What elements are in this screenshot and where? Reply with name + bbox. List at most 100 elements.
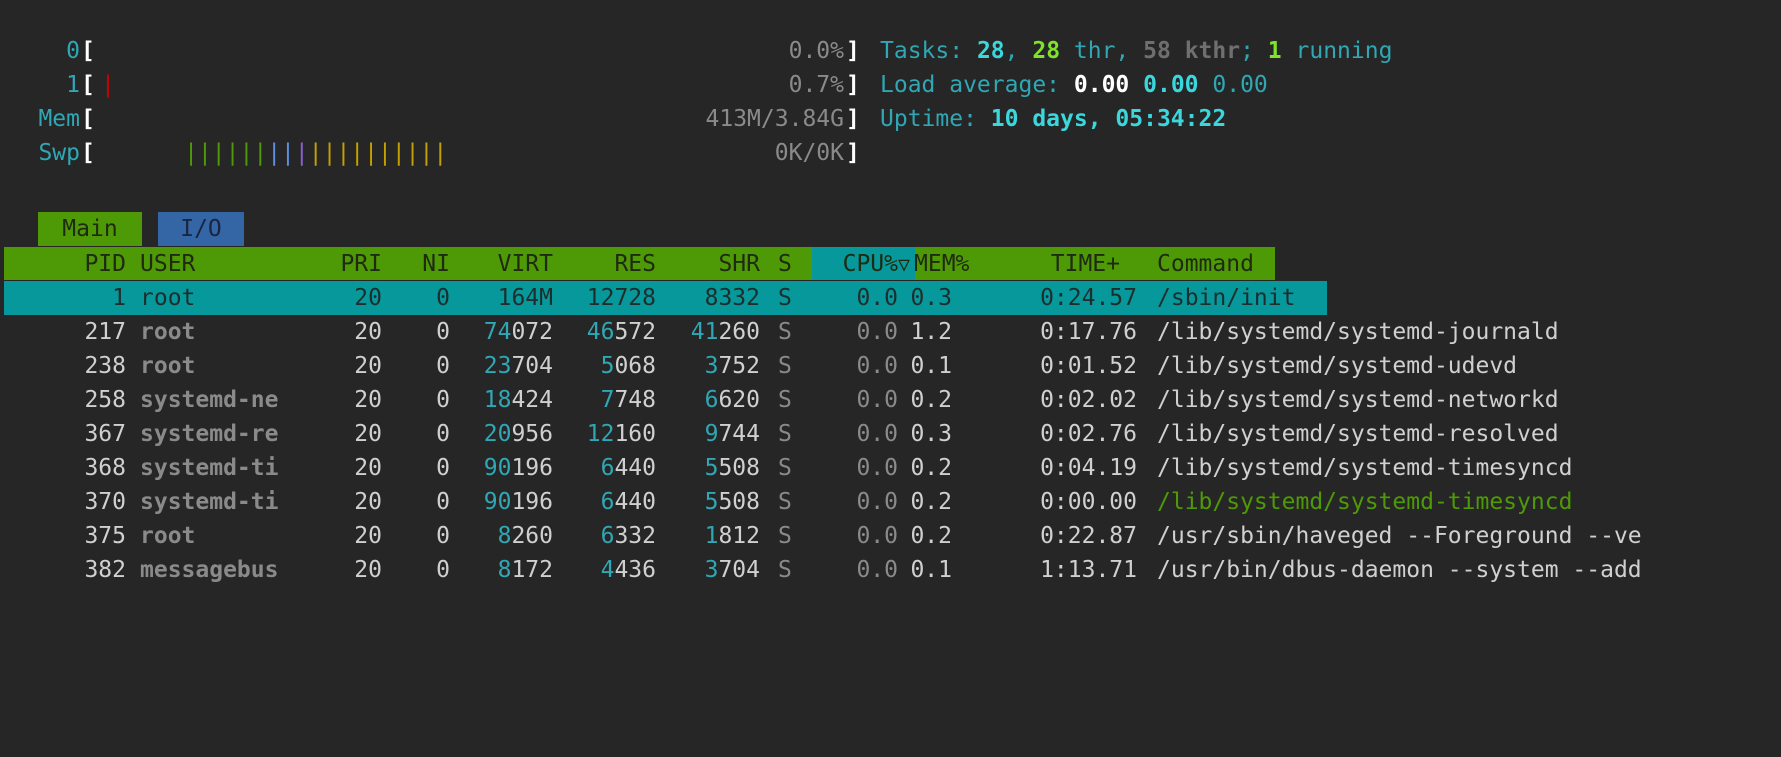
running-sep: ; xyxy=(1240,38,1268,64)
cpu0-meter: 0 [ 0.0% ] xyxy=(0,34,860,68)
col-command[interactable]: Command xyxy=(1157,247,1254,281)
command: /lib/systemd/systemd-timesyncd xyxy=(1157,455,1573,481)
mem-percent: 0.2 xyxy=(910,455,952,481)
shr: 5508 xyxy=(704,489,760,515)
user: systemd-ne xyxy=(140,387,279,413)
virt: 8260 xyxy=(497,523,553,549)
process-row[interactable]: 382 messagebus 20 0 8172 4436 3704 S 0.0 0.1 1:13.… xyxy=(0,553,1781,587)
cpu-time: 0:17.76 xyxy=(1040,319,1137,345)
running-label: running xyxy=(1281,38,1393,64)
col-pri[interactable]: PRI xyxy=(280,247,382,281)
res: 12160 xyxy=(586,421,656,447)
col-shr[interactable]: SHR xyxy=(660,247,760,281)
shr: 41260 xyxy=(690,319,760,345)
priority: 20 xyxy=(354,319,382,345)
tasks-label: Tasks: xyxy=(880,38,977,64)
cpu-time: 0:02.02 xyxy=(1040,387,1137,413)
user: systemd-ti xyxy=(140,455,279,481)
command: /lib/systemd/systemd-resolved xyxy=(1157,421,1559,447)
mem-open-bracket: [ xyxy=(81,106,95,132)
cpu1-bar: | xyxy=(101,72,115,98)
cpu-time: 0:01.52 xyxy=(1040,353,1137,379)
nice: 0 xyxy=(436,387,450,413)
col-state[interactable]: S xyxy=(778,247,792,281)
col-pid[interactable]: PID xyxy=(20,247,126,281)
nice: 0 xyxy=(436,523,450,549)
priority: 20 xyxy=(354,421,382,447)
state: S xyxy=(778,489,792,515)
process-row[interactable]: 217 root 20 0 74072 46572 41260 S 0.0 1.2 0:17.76 /… xyxy=(0,315,1781,349)
res: 6440 xyxy=(600,455,656,481)
cpu-percent: 0.0 xyxy=(856,455,898,481)
priority: 20 xyxy=(354,455,382,481)
user: systemd-re xyxy=(140,421,279,447)
mem-percent: 0.2 xyxy=(910,489,952,515)
cpu-percent: 0.0 xyxy=(856,285,898,311)
mem-bar-cache: |||||||||| xyxy=(308,140,448,166)
col-mem[interactable]: MEM% xyxy=(914,247,969,281)
mem-percent: 0.3 xyxy=(910,421,952,447)
res: 46572 xyxy=(586,319,656,345)
nice: 0 xyxy=(436,455,450,481)
cpu0-close-bracket: ] xyxy=(846,38,860,64)
column-header: PID USER PRI NI VIRT RES SHR S CPU% ▽ ME… xyxy=(0,247,1253,281)
col-res[interactable]: RES xyxy=(560,247,656,281)
virt: 8172 xyxy=(497,557,553,583)
mem-label: Mem xyxy=(38,106,80,132)
res: 7748 xyxy=(600,387,656,413)
state: S xyxy=(778,319,792,345)
tasks-count: 28 xyxy=(976,38,1005,64)
pid: 375 xyxy=(84,523,126,549)
shr: 6620 xyxy=(704,387,760,413)
cpu-percent: 0.0 xyxy=(856,421,898,447)
state: S xyxy=(778,455,792,481)
col-ni[interactable]: NI xyxy=(400,247,450,281)
priority: 20 xyxy=(354,523,382,549)
user: root xyxy=(140,523,196,549)
state: S xyxy=(778,387,792,413)
cpu1-meter: 1 [ | 0.7% ] xyxy=(0,68,860,102)
cpu-percent: 0.0 xyxy=(856,387,898,413)
tab-main[interactable]: Main xyxy=(38,212,142,246)
command: /lib/systemd/systemd-journald xyxy=(1157,319,1559,345)
res: 12728 xyxy=(586,285,656,311)
mem-bar-shared: | xyxy=(294,140,309,166)
uptime-meter: Uptime: 10 days, 05:34:22 xyxy=(880,102,1226,136)
threads-label: thr, xyxy=(1060,38,1144,64)
shr: 8332 xyxy=(704,285,760,311)
process-row[interactable]: 375 root 20 0 8260 6332 1812 S 0.0 0.2 0:22.87/usr… xyxy=(0,519,1781,553)
process-row[interactable]: 258 systemd-ne 20 0 18424 7748 6620 S 0.0 0.2 0:02… xyxy=(0,383,1781,417)
process-row[interactable]: 368 systemd-ti 20 0 90196 6440 5508 S 0.0 0.2 0:04… xyxy=(0,451,1781,485)
mem-percent: 0.3 xyxy=(910,285,952,311)
col-user[interactable]: USER xyxy=(140,247,195,281)
col-time[interactable]: TIME+ xyxy=(1010,247,1120,281)
process-row[interactable]: 367 systemd-re 20 0 20956 12160 9744 S 0.0 0.3 0:0… xyxy=(0,417,1781,451)
cpu-time: 0:04.19 xyxy=(1040,455,1137,481)
priority: 20 xyxy=(354,285,382,311)
nice: 0 xyxy=(436,285,450,311)
process-row[interactable]: 370 systemd-ti 20 0 90196 6440 5508 S 0.0 0.2 0:00… xyxy=(0,485,1781,519)
pid: 367 xyxy=(84,421,126,447)
mem-bar-buffers: || xyxy=(267,140,295,166)
command: /usr/sbin/haveged --Foreground --ve xyxy=(1157,523,1642,549)
cpu-time: 0:02.76 xyxy=(1040,421,1137,447)
nice: 0 xyxy=(436,319,450,345)
process-row[interactable]: 238 root 20 0 23704 5068 3752 S 0.0 0.1 0:01.52/li… xyxy=(0,349,1781,383)
cpu-time: 0:24.57 xyxy=(1040,285,1137,311)
pid: 1 xyxy=(112,285,126,311)
nice: 0 xyxy=(436,421,450,447)
pid: 370 xyxy=(84,489,126,515)
process-row-selected[interactable]: 1 root 20 0 164M 12728 8332 S 0.0 0.3 0:… xyxy=(0,281,1781,315)
col-cpu[interactable]: CPU% xyxy=(810,247,898,281)
tab-io[interactable]: I/O xyxy=(158,212,244,246)
mem-percent: 1.2 xyxy=(910,319,952,345)
pid: 368 xyxy=(84,455,126,481)
cpu1-label: 1 xyxy=(66,72,80,98)
mem-percent: 0.1 xyxy=(910,557,952,583)
nice: 0 xyxy=(436,489,450,515)
virt: 74072 xyxy=(483,319,553,345)
load-label: Load average: xyxy=(880,72,1074,98)
cpu1-value: 0.7% xyxy=(788,72,844,98)
cpu0-label: 0 xyxy=(66,38,80,64)
col-virt[interactable]: VIRT xyxy=(460,247,553,281)
